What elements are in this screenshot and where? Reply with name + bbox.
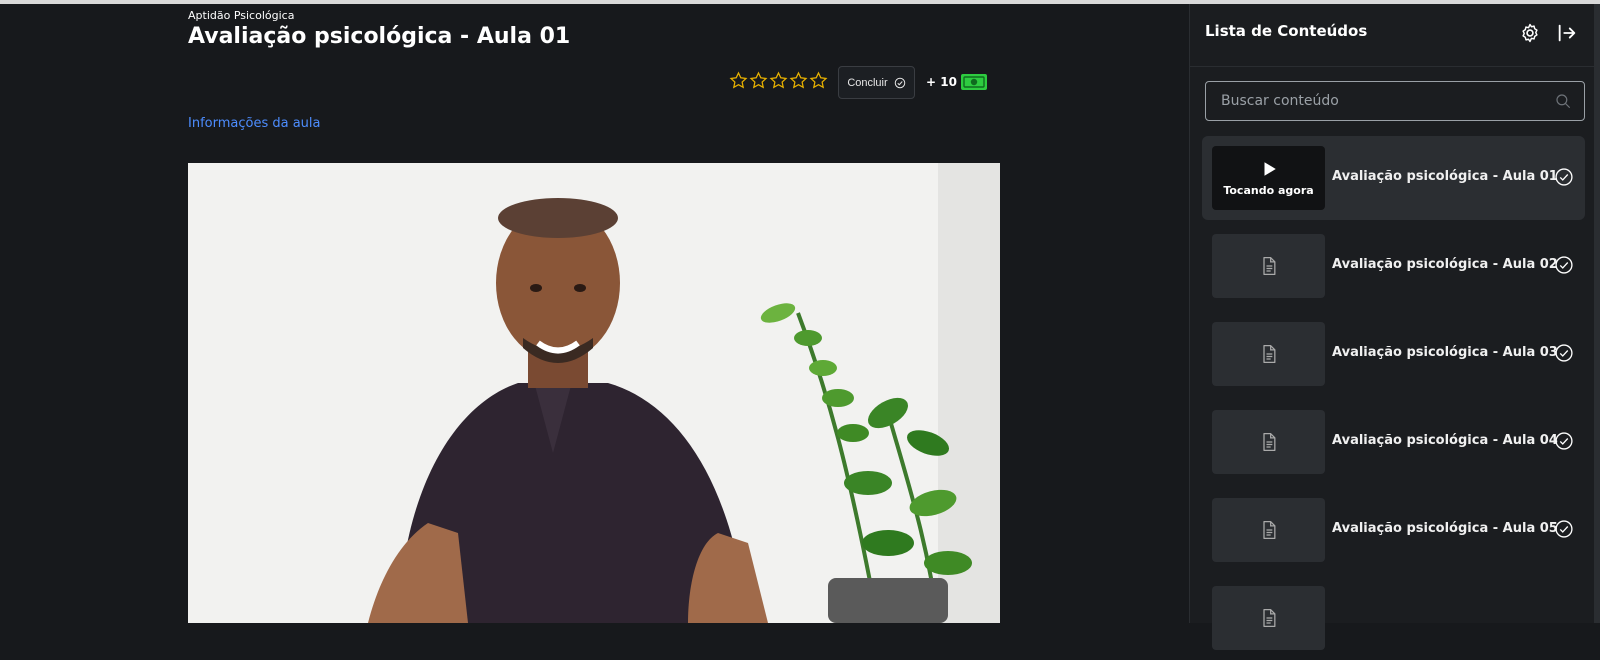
list-item[interactable] (1202, 576, 1585, 660)
now-playing-label: Tocando agora (1223, 183, 1314, 197)
document-icon (1262, 345, 1275, 363)
points-reward: + 10 (926, 75, 957, 89)
list-item-label: Avaliação psicológica - Aula 05 (1332, 521, 1558, 536)
document-icon (1262, 521, 1275, 539)
sidebar-divider (1190, 66, 1600, 67)
lesson-main-area: Aptidão Psicológica Avaliação psicológic… (0, 4, 1189, 623)
check-circle-icon[interactable] (1554, 519, 1574, 539)
list-item-label: Avaliação psicológica - Aula 04 (1332, 433, 1558, 448)
check-circle-icon[interactable] (1554, 343, 1574, 363)
star-icon[interactable] (749, 71, 768, 90)
document-thumbnail (1212, 410, 1325, 474)
list-item-label: Avaliação psicológica - Aula 03 (1332, 345, 1558, 360)
lesson-info-link[interactable]: Informações da aula (188, 116, 321, 131)
check-circle-icon (894, 77, 905, 88)
play-icon (1264, 161, 1276, 176)
star-icon[interactable] (729, 71, 748, 90)
document-icon (1262, 609, 1275, 627)
list-item[interactable]: Avaliação psicológica - Aula 03 (1202, 312, 1585, 396)
money-icon (961, 74, 987, 90)
document-icon (1262, 257, 1275, 275)
collapse-sidebar-icon[interactable] (1556, 22, 1578, 44)
now-playing-thumbnail: Tocando agora (1212, 146, 1325, 210)
video-frame-image (188, 163, 1000, 623)
check-circle-icon[interactable] (1554, 431, 1574, 451)
star-icon[interactable] (789, 71, 808, 90)
star-icon[interactable] (769, 71, 788, 90)
list-item[interactable]: Avaliação psicológica - Aula 05 (1202, 488, 1585, 572)
course-name: Aptidão Psicológica (188, 9, 295, 22)
complete-lesson-button[interactable]: Concluir (838, 66, 915, 99)
list-item[interactable]: Tocando agora Avaliação psicológica - Au… (1202, 136, 1585, 220)
list-item-label: Avaliação psicológica - Aula 02 (1332, 257, 1558, 272)
list-item[interactable]: Avaliação psicológica - Aula 04 (1202, 400, 1585, 484)
list-item[interactable]: Avaliação psicológica - Aula 02 (1202, 224, 1585, 308)
list-item-label: Avaliação psicológica - Aula 01 (1332, 169, 1558, 184)
sidebar-title: Lista de Conteúdos (1205, 22, 1368, 40)
check-circle-icon[interactable] (1554, 167, 1574, 187)
document-thumbnail (1212, 234, 1325, 298)
search-input[interactable] (1206, 82, 1546, 120)
check-circle-icon[interactable] (1554, 255, 1574, 275)
complete-lesson-label: Concluir (847, 76, 888, 89)
document-thumbnail (1212, 322, 1325, 386)
search-box (1205, 81, 1585, 121)
video-player[interactable] (188, 163, 1000, 623)
star-rating[interactable] (729, 71, 828, 90)
document-thumbnail (1212, 498, 1325, 562)
star-icon[interactable] (809, 71, 828, 90)
gear-icon[interactable] (1519, 22, 1541, 44)
search-icon[interactable] (1554, 92, 1572, 110)
lesson-title: Avaliação psicológica - Aula 01 (188, 24, 571, 49)
sidebar-scrollbar[interactable] (1594, 4, 1600, 623)
content-list-sidebar: Lista de Conteúdos Tocando agora Avaliaç… (1189, 4, 1600, 650)
document-icon (1262, 433, 1275, 451)
document-thumbnail (1212, 586, 1325, 650)
